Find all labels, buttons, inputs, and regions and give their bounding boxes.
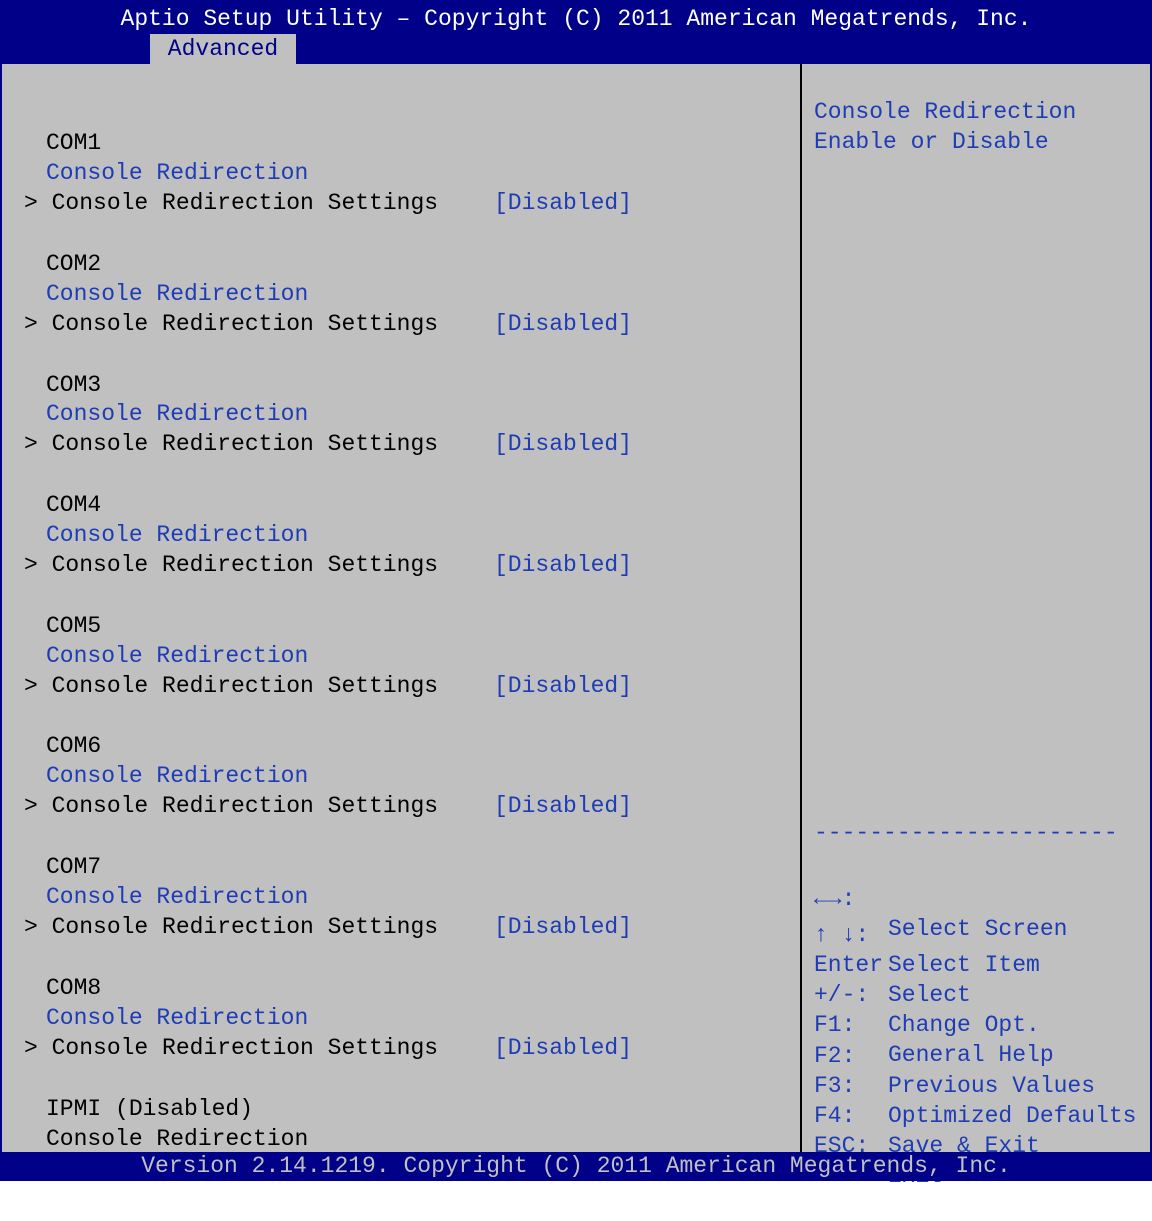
ipmi-label-row: IPMI (Disabled) [2, 1064, 798, 1122]
console-redirection-value[interactable]: [Disabled] [494, 671, 632, 701]
submenu-link[interactable]: > Console Redirection Settings [24, 188, 438, 218]
key-hint-select-item: ↑ ↓: Select Item [814, 890, 1150, 978]
console-redirection-value[interactable]: [Disabled] [494, 791, 632, 821]
console-redirection-row-com5[interactable]: Console Redirection [Disabled] [2, 611, 798, 699]
submenu-link[interactable]: > Console Redirection Settings [24, 791, 438, 821]
submenu-link[interactable]: > Console Redirection Settings [24, 309, 438, 339]
console-redirection-row-com6[interactable]: Console Redirection [Disabled] [2, 731, 798, 819]
help-title: Console Redirection [814, 99, 1077, 125]
console-redirection-settings-com7[interactable]: > Console Redirection Settings [2, 882, 798, 940]
port-label-row: COM4 [2, 460, 798, 518]
title-bar: Aptio Setup Utility – Copyright (C) 2011… [2, 0, 1150, 64]
help-separator: ---------------------- [814, 820, 1114, 846]
key-hint-enter: Enter Select [814, 920, 1150, 1008]
port-label-row: COM7 [2, 822, 798, 880]
key-hint-esc: ESC: Exit [814, 1101, 1150, 1189]
submenu-link[interactable]: > Console Redirection Settings [24, 912, 438, 942]
console-redirection-value[interactable]: [Disabled] [494, 188, 632, 218]
console-redirection-settings-com8[interactable]: > Console Redirection Settings [2, 1003, 798, 1061]
console-redirection-row-com8[interactable]: Console Redirection [Disabled] [2, 973, 798, 1061]
key-hint-f3: F3: Optimized Defaults [814, 1041, 1150, 1129]
console-redirection-row-com3[interactable]: Console Redirection [Disabled] [2, 369, 798, 457]
port-label-row: COM1 [2, 98, 798, 156]
key-hint-f4: F4: Save & Exit [814, 1071, 1150, 1159]
key-hint-change-opt: +/-: Change Opt. [814, 950, 1150, 1038]
console-redirection-row-com2[interactable]: Console Redirection [Disabled] [2, 249, 798, 337]
ipmi-console-redirection-row: Console Redirection [2, 1094, 798, 1152]
key-hint-f2: F2: Previous Values [814, 1011, 1150, 1099]
submenu-link[interactable]: > Console Redirection Settings [24, 550, 438, 580]
console-redirection-value[interactable]: [Disabled] [494, 429, 632, 459]
help-panel: Console Redirection Enable or Disable --… [802, 64, 1150, 1189]
version-footer: Version 2.14.1219. Copyright (C) 2011 Am… [2, 1152, 1150, 1181]
console-redirection-settings-com3[interactable]: > Console Redirection Settings [2, 399, 798, 457]
help-description: Enable or Disable [814, 129, 1049, 155]
ipmi-console-redirection: Console Redirection [46, 1126, 309, 1152]
console-redirection-settings-com4[interactable]: > Console Redirection Settings [2, 520, 798, 578]
console-redirection-value[interactable]: [Disabled] [494, 1033, 632, 1063]
console-redirection-settings-com6[interactable]: > Console Redirection Settings [2, 761, 798, 819]
console-redirection-settings-com5[interactable]: > Console Redirection Settings [2, 641, 798, 699]
bios-screen: Aptio Setup Utility – Copyright (C) 2011… [0, 0, 1152, 1189]
submenu-link[interactable]: > Console Redirection Settings [24, 1033, 438, 1063]
console-redirection-value[interactable]: [Disabled] [494, 912, 632, 942]
console-redirection-row-com1[interactable]: Console Redirection [Disabled] [2, 128, 798, 216]
console-redirection-settings-com1[interactable]: > Console Redirection Settings [2, 158, 798, 216]
key-hint-f1: F1: General Help [814, 980, 1150, 1068]
port-label-row: COM6 [2, 701, 798, 759]
port-label-row: COM8 [2, 943, 798, 1001]
console-redirection-value[interactable]: [Disabled] [494, 309, 632, 339]
console-redirection-row-com4[interactable]: Console Redirection [Disabled] [2, 490, 798, 578]
port-label-row: COM2 [2, 219, 798, 277]
console-redirection-row-com7[interactable]: Console Redirection [Disabled] [2, 852, 798, 940]
key-hint-select-screen: ←→: Select Screen [814, 854, 1150, 942]
settings-panel: COM1 Console Redirection [Disabled] > Co… [2, 64, 798, 1152]
console-redirection-settings-com2[interactable]: > Console Redirection Settings [2, 279, 798, 337]
tab-advanced[interactable]: Advanced [150, 34, 296, 64]
window-title: Aptio Setup Utility – Copyright (C) 2011… [120, 6, 1032, 32]
submenu-link[interactable]: > Console Redirection Settings [24, 671, 438, 701]
console-redirection-value[interactable]: [Disabled] [494, 550, 632, 580]
port-label-row: COM5 [2, 581, 798, 639]
submenu-link[interactable]: > Console Redirection Settings [24, 429, 438, 459]
port-label-row: COM3 [2, 340, 798, 398]
